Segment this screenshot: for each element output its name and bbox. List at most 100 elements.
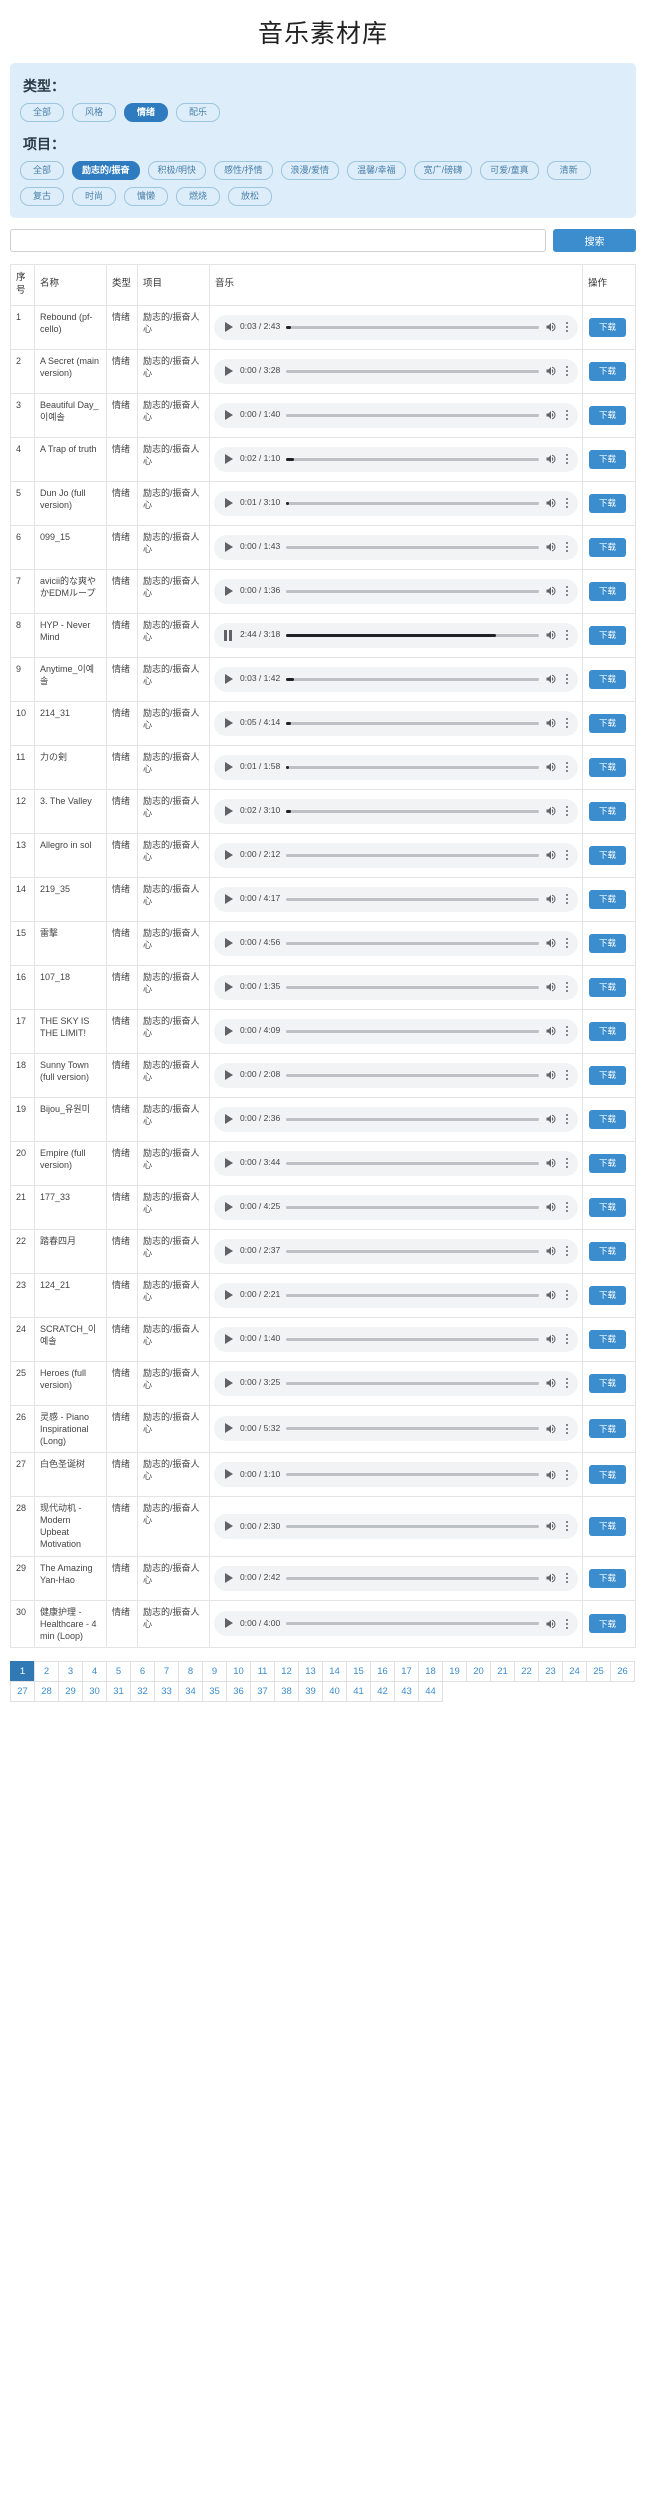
download-button[interactable]: 下载 [589,361,626,381]
progress-slider[interactable] [286,1337,539,1341]
volume-icon[interactable] [545,1289,557,1301]
audio-player[interactable]: 2:44 / 3:18 [214,622,578,648]
pagination-page-41[interactable]: 41 [346,1681,371,1703]
play-icon[interactable] [223,1245,234,1257]
pagination-page-25[interactable]: 25 [586,1661,611,1683]
download-button[interactable]: 下载 [589,1241,626,1261]
play-icon[interactable] [223,1157,234,1169]
download-button[interactable]: 下载 [589,1465,626,1485]
pagination-page-16[interactable]: 16 [370,1661,395,1683]
audio-player[interactable]: 0:00 / 1:35 [214,974,578,1000]
progress-slider[interactable] [286,1161,539,1165]
project-tag-12[interactable]: 燃烧 [176,187,220,206]
more-options-icon[interactable] [563,1520,571,1532]
pagination-page-6[interactable]: 6 [130,1661,155,1683]
volume-icon[interactable] [545,1572,557,1584]
play-icon[interactable] [223,321,234,333]
more-options-icon[interactable] [563,1618,571,1630]
pagination-page-30[interactable]: 30 [82,1681,107,1703]
play-icon[interactable] [223,1069,234,1081]
progress-slider[interactable] [286,765,539,769]
play-icon[interactable] [223,1572,234,1584]
project-tag-11[interactable]: 慵懒 [124,187,168,206]
audio-player[interactable]: 0:00 / 2:37 [214,1238,578,1264]
progress-slider[interactable] [286,1249,539,1253]
play-icon[interactable] [223,761,234,773]
more-options-icon[interactable] [563,453,571,465]
audio-player[interactable]: 0:05 / 4:14 [214,710,578,736]
audio-player[interactable]: 0:00 / 2:30 [214,1513,578,1539]
pagination-page-31[interactable]: 31 [106,1681,131,1703]
download-button[interactable]: 下载 [589,933,626,953]
pagination-page-10[interactable]: 10 [226,1661,251,1683]
progress-slider[interactable] [286,1427,539,1431]
pagination-page-43[interactable]: 43 [394,1681,419,1703]
download-button[interactable]: 下载 [589,493,626,513]
pagination-page-37[interactable]: 37 [250,1681,275,1703]
project-tag-6[interactable]: 宽广/磅礴 [413,161,473,180]
more-options-icon[interactable] [563,893,571,905]
progress-slider[interactable] [286,413,539,417]
progress-slider[interactable] [286,1473,539,1477]
audio-player[interactable]: 0:00 / 1:36 [214,578,578,604]
more-options-icon[interactable] [563,805,571,817]
project-tag-0[interactable]: 全部 [20,161,64,180]
progress-slider[interactable] [286,853,539,857]
volume-icon[interactable] [545,1333,557,1345]
progress-slider[interactable] [286,1073,539,1077]
pagination-page-19[interactable]: 19 [442,1661,467,1683]
type-tag-1[interactable]: 风格 [72,103,116,122]
type-tag-0[interactable]: 全部 [20,103,64,122]
more-options-icon[interactable] [563,541,571,553]
project-tag-9[interactable]: 复古 [20,187,64,206]
progress-slider[interactable] [286,1524,539,1528]
pagination-page-26[interactable]: 26 [610,1661,635,1683]
volume-icon[interactable] [545,1245,557,1257]
volume-icon[interactable] [545,453,557,465]
play-icon[interactable] [223,981,234,993]
pagination-page-4[interactable]: 4 [82,1661,107,1683]
audio-player[interactable]: 0:00 / 2:42 [214,1565,578,1591]
volume-icon[interactable] [545,717,557,729]
more-options-icon[interactable] [563,849,571,861]
play-icon[interactable] [223,805,234,817]
pagination-page-17[interactable]: 17 [394,1661,419,1683]
pagination-page-34[interactable]: 34 [178,1681,203,1703]
audio-player[interactable]: 0:00 / 2:21 [214,1282,578,1308]
volume-icon[interactable] [545,805,557,817]
volume-icon[interactable] [545,629,557,641]
progress-slider[interactable] [286,809,539,813]
download-button[interactable]: 下载 [589,889,626,909]
volume-icon[interactable] [545,937,557,949]
more-options-icon[interactable] [563,1469,571,1481]
project-tag-7[interactable]: 可爱/童真 [480,161,539,180]
play-icon[interactable] [223,1025,234,1037]
volume-icon[interactable] [545,849,557,861]
pagination-page-36[interactable]: 36 [226,1681,251,1703]
audio-player[interactable]: 0:00 / 4:25 [214,1194,578,1220]
play-icon[interactable] [223,585,234,597]
pagination-page-27[interactable]: 27 [10,1681,35,1703]
progress-slider[interactable] [286,721,539,725]
progress-slider[interactable] [286,589,539,593]
play-icon[interactable] [223,1469,234,1480]
audio-player[interactable]: 0:00 / 1:40 [214,402,578,428]
play-icon[interactable] [223,1333,234,1345]
progress-slider[interactable] [286,941,539,945]
more-options-icon[interactable] [563,981,571,993]
download-button[interactable]: 下载 [589,845,626,865]
audio-player[interactable]: 0:00 / 1:10 [214,1462,578,1488]
more-options-icon[interactable] [563,717,571,729]
search-button[interactable]: 搜索 [553,229,636,252]
audio-player[interactable]: 0:00 / 4:09 [214,1018,578,1044]
more-options-icon[interactable] [563,1113,571,1125]
volume-icon[interactable] [545,365,557,377]
pagination-page-28[interactable]: 28 [34,1681,59,1703]
audio-player[interactable]: 0:00 / 2:08 [214,1062,578,1088]
audio-player[interactable]: 0:00 / 3:28 [214,358,578,384]
pagination-page-29[interactable]: 29 [58,1681,83,1703]
pagination-page-20[interactable]: 20 [466,1661,491,1683]
progress-slider[interactable] [286,985,539,989]
audio-player[interactable]: 0:03 / 2:43 [214,314,578,340]
more-options-icon[interactable] [563,629,571,641]
